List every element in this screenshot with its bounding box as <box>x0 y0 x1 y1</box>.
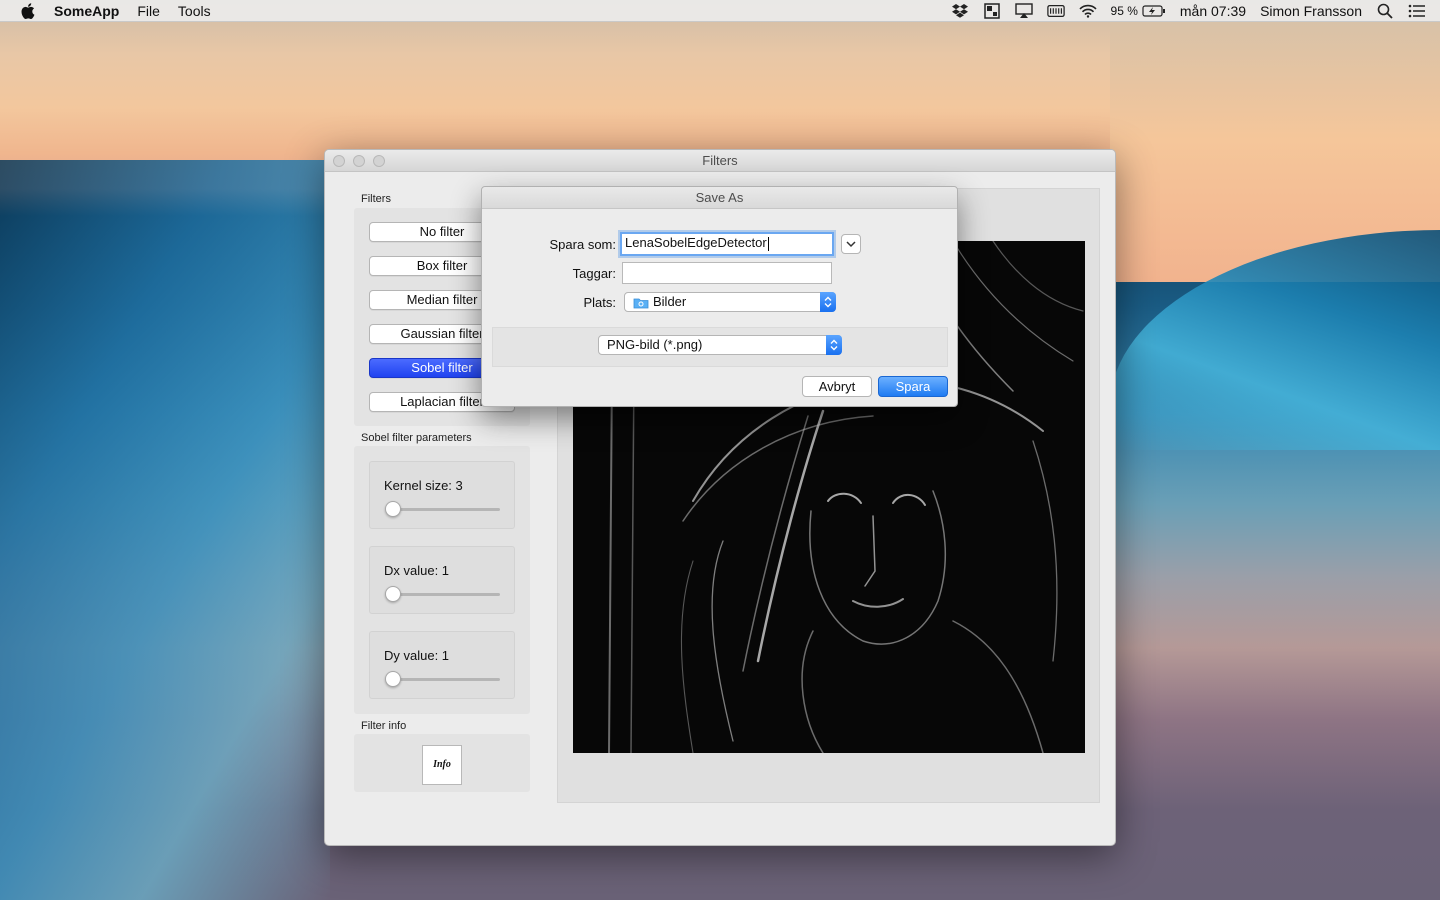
close-button[interactable] <box>333 155 345 167</box>
location-label: Plats: <box>583 295 616 310</box>
location-value: Bilder <box>653 294 687 309</box>
dropbox-icon[interactable] <box>951 3 969 19</box>
zoom-button[interactable] <box>373 155 385 167</box>
dy-value-label: Dy value: 1 <box>384 648 450 663</box>
kernel-size-slider-track[interactable] <box>392 508 500 511</box>
dx-value-slider-track[interactable] <box>392 593 500 596</box>
menubar-user[interactable]: Simon Fransson <box>1260 3 1362 19</box>
filter-info-label: Filter info <box>361 720 407 732</box>
location-popup[interactable]: Bilder <box>624 292 836 312</box>
app-menu[interactable]: SomeApp <box>54 3 119 19</box>
save-as-label: Spara som: <box>549 237 616 252</box>
cancel-button[interactable]: Avbryt <box>802 376 872 397</box>
save-as-dialog: Save As Spara som: LenaSobelEdgeDetector… <box>481 186 958 407</box>
text-caret <box>767 236 769 251</box>
battery-icon[interactable] <box>1142 3 1166 19</box>
dx-value-label: Dx value: 1 <box>384 563 450 578</box>
battery-percent: 95 % <box>1110 3 1138 18</box>
menu-bar: SomeApp File Tools 95 % mån 07:39 Simon … <box>0 0 1440 22</box>
notification-list-icon[interactable] <box>1408 3 1426 19</box>
dy-value-slider-track[interactable] <box>392 678 500 681</box>
folder-icon <box>633 296 649 314</box>
updown-arrows-icon <box>826 335 842 355</box>
filters-group-label: Filters <box>361 193 391 205</box>
filename-input[interactable]: LenaSobelEdgeDetector <box>620 232 834 256</box>
info-button[interactable]: Info <box>422 745 462 785</box>
dx-value-control: Dx value: 1 <box>369 546 515 614</box>
save-as-dialog-title: Save As <box>482 187 957 209</box>
file-menu[interactable]: File <box>137 3 160 19</box>
window-title: Filters <box>702 153 738 168</box>
window-manager-icon[interactable] <box>983 2 1001 19</box>
save-button[interactable]: Spara <box>878 376 948 397</box>
tools-menu[interactable]: Tools <box>178 3 211 19</box>
filename-value: LenaSobelEdgeDetector <box>625 235 767 250</box>
file-format-popup[interactable]: PNG-bild (*.png) <box>598 335 842 355</box>
minimize-button[interactable] <box>353 155 365 167</box>
tags-label: Taggar: <box>572 266 616 281</box>
params-group-label: Sobel filter parameters <box>361 432 472 444</box>
kernel-size-label: Kernel size: 3 <box>384 478 463 493</box>
dy-value-slider-knob[interactable] <box>385 671 401 687</box>
menubar-clock[interactable]: mån 07:39 <box>1180 3 1246 19</box>
search-icon[interactable] <box>1376 3 1394 19</box>
tags-input[interactable] <box>622 262 832 284</box>
wifi-icon[interactable] <box>1078 3 1097 19</box>
updown-arrows-icon <box>820 292 836 312</box>
file-format-value: PNG-bild (*.png) <box>607 337 703 352</box>
window-titlebar[interactable]: Filters <box>325 150 1115 172</box>
keyboard-icon[interactable] <box>1046 3 1065 19</box>
dy-value-control: Dy value: 1 <box>369 631 515 699</box>
apple-menu-icon[interactable] <box>20 2 36 19</box>
wallpaper-wave-left <box>0 160 330 900</box>
airplay-icon[interactable] <box>1014 2 1033 19</box>
kernel-size-control: Kernel size: 3 <box>369 461 515 529</box>
expand-dialog-button[interactable] <box>841 234 861 254</box>
chevron-down-icon <box>846 241 856 248</box>
kernel-size-slider-knob[interactable] <box>385 501 401 517</box>
dx-value-slider-knob[interactable] <box>385 586 401 602</box>
